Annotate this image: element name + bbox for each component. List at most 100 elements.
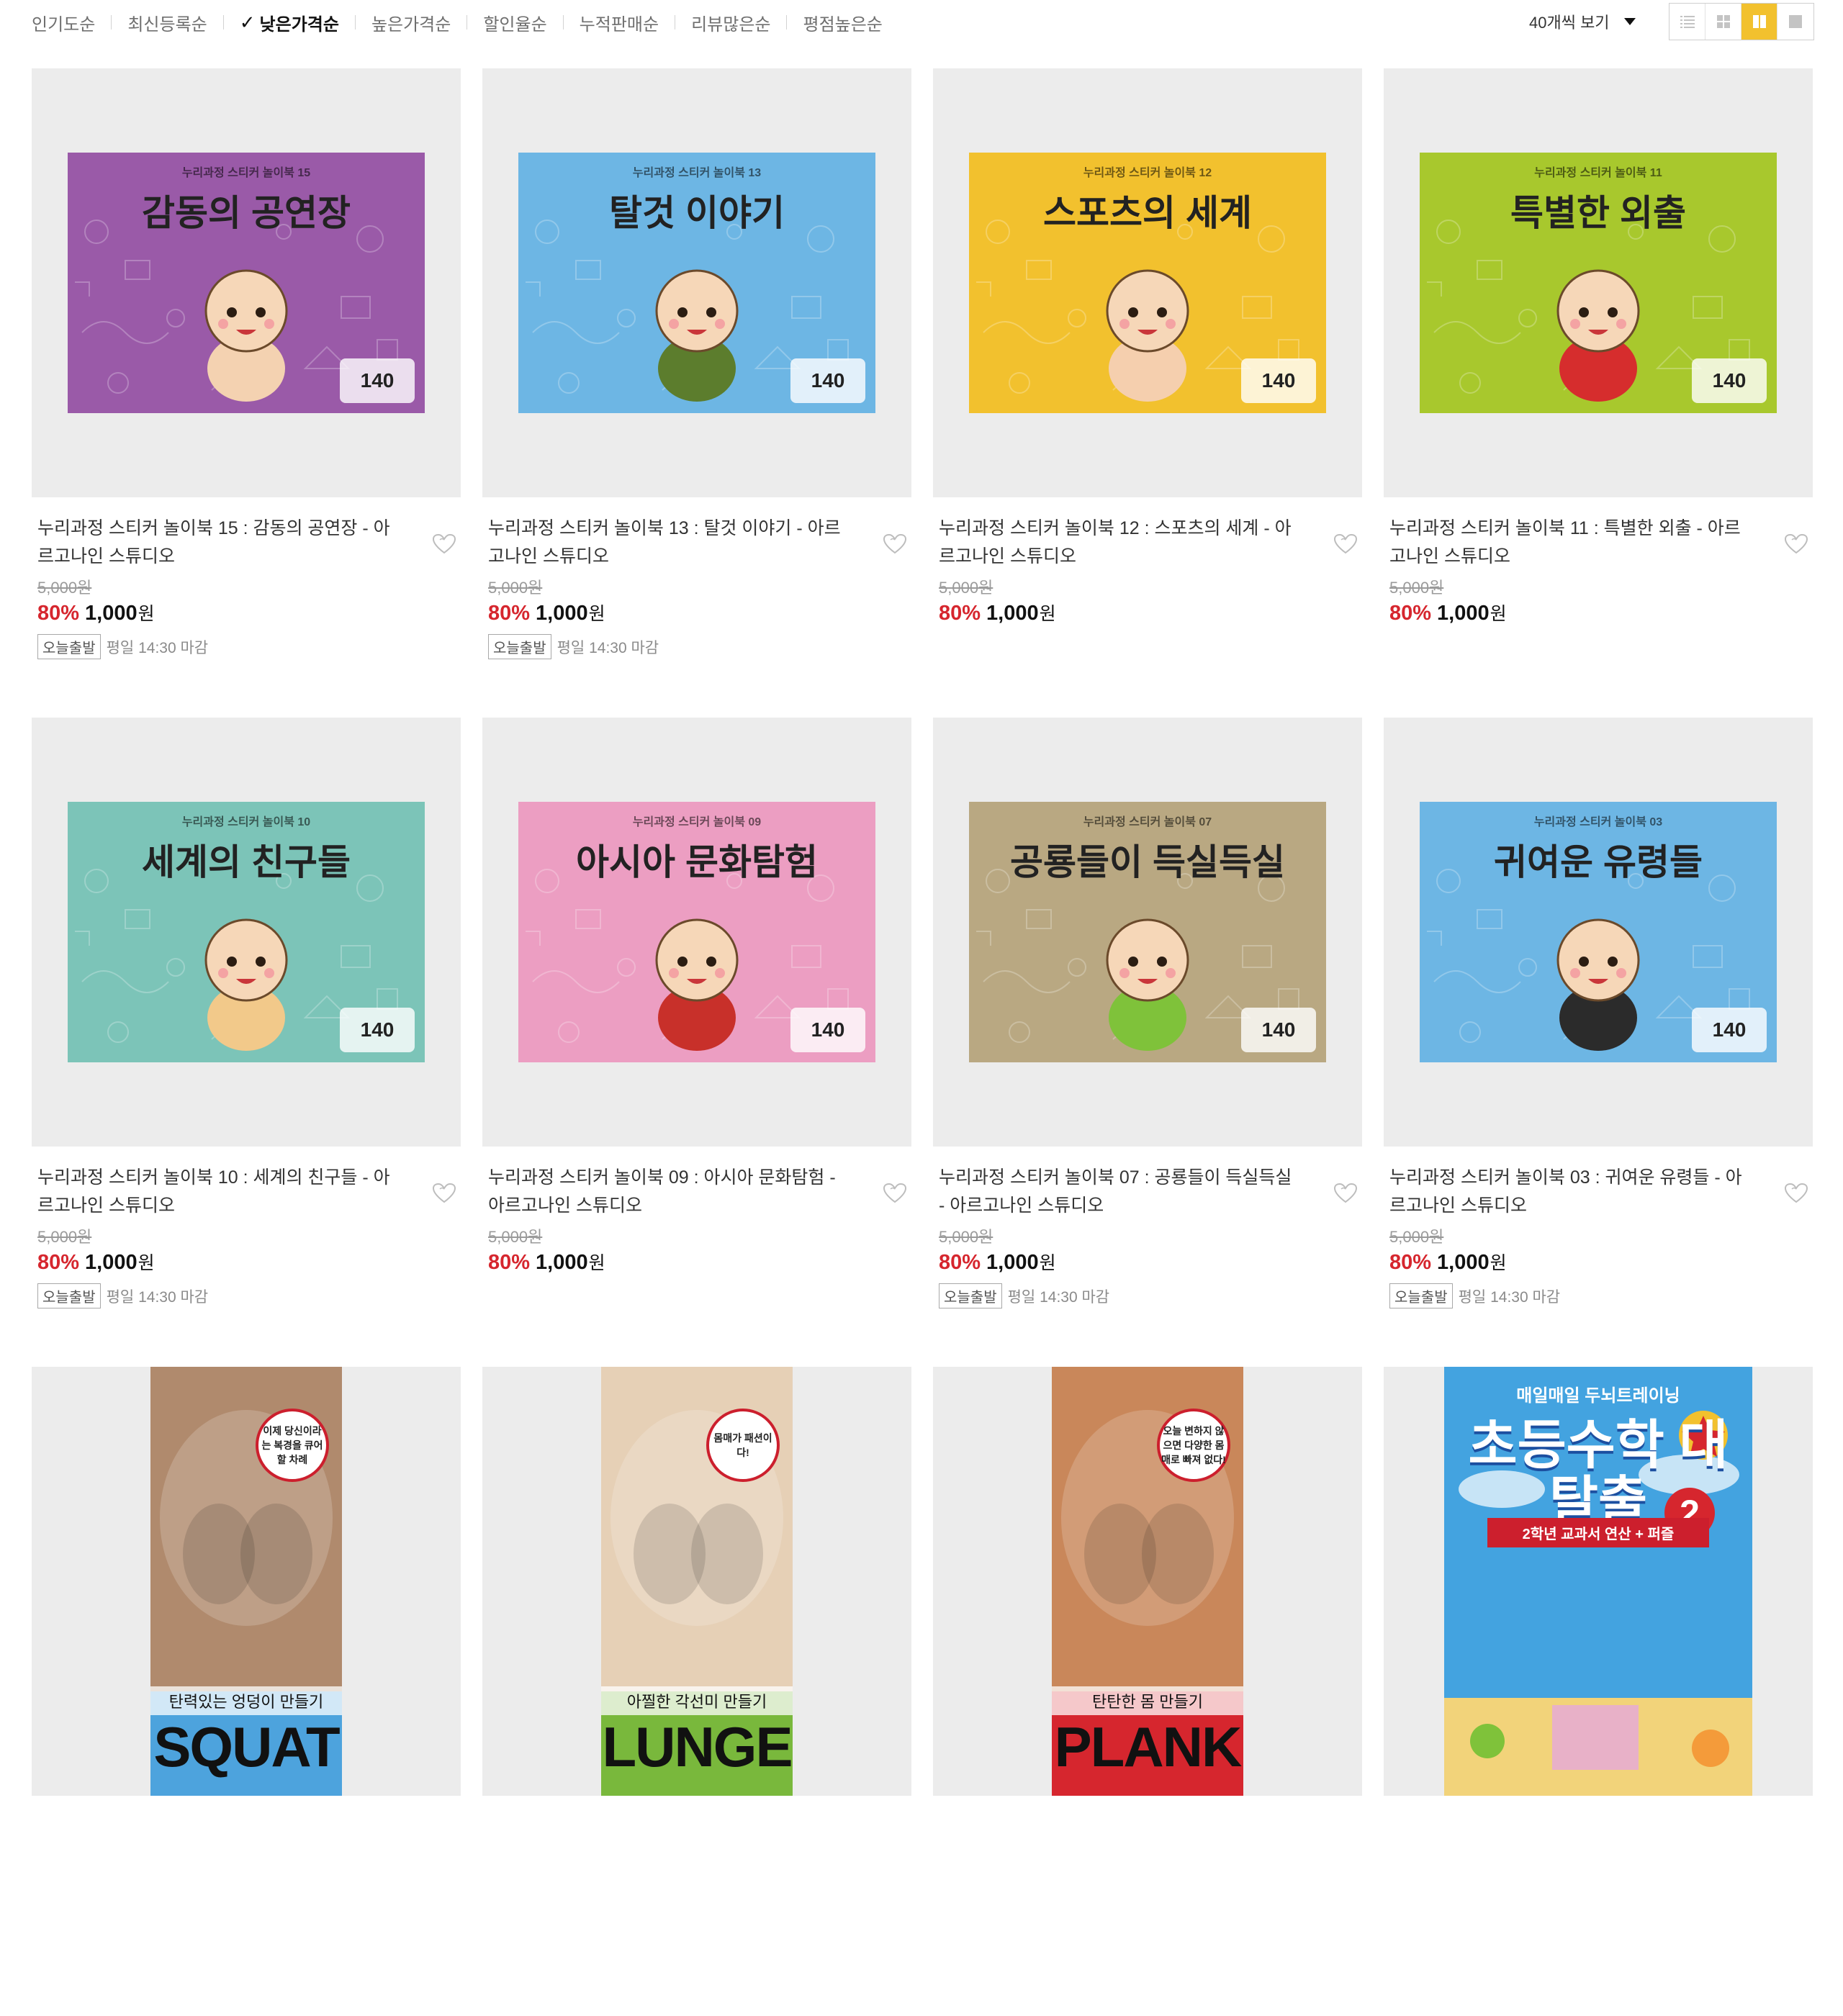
sale-price: 80% 1,000 원: [488, 600, 906, 625]
cover-badge: 몸매가 패션이다!: [706, 1409, 780, 1482]
character-illustration: [1556, 918, 1640, 1051]
character-illustration: [1106, 918, 1189, 1051]
shipping-info: 오늘출발 평일 14:30 마감: [488, 634, 906, 659]
cover-subtitle: 아찔한 각선미 만들기: [601, 1686, 793, 1715]
product-thumbnail[interactable]: 누리과정 스티커 놀이북 11 특별한 외출 140: [1384, 68, 1813, 497]
product-info: 누리과정 스티커 놀이북 15 : 감동의 공연장 - 아르고나인 스튜디오 5,…: [32, 515, 461, 659]
product-title[interactable]: 누리과정 스티커 놀이북 10 : 세계의 친구들 - 아르고나인 스튜디오: [37, 1164, 397, 1220]
single-view-button[interactable]: [1777, 4, 1813, 40]
shipping-info: 오늘출발 평일 14:30 마감: [1389, 1283, 1807, 1308]
shipping-cutoff: 평일 14:30 마감: [106, 639, 209, 656]
sort-discount-rate[interactable]: 할인율순: [483, 10, 546, 35]
character-illustration: [204, 269, 288, 402]
items-per-page-select[interactable]: 40개씩 보기: [1529, 10, 1636, 33]
product-title[interactable]: 누리과정 스티커 놀이북 15 : 감동의 공연장 - 아르고나인 스튜디오: [37, 515, 397, 571]
divider: [222, 15, 224, 30]
shipping-info: 오늘출발 평일 14:30 마감: [37, 1283, 455, 1308]
cover-title: LUNGE: [602, 1715, 793, 1778]
cover-series: 누리과정 스티커 놀이북 11: [1534, 167, 1662, 179]
items-per-page-label: 40개씩 보기: [1529, 14, 1610, 32]
price-currency: 원: [588, 1253, 605, 1273]
divider: [111, 15, 112, 30]
price-value: 1,000: [536, 1251, 588, 1274]
product-info: 누리과정 스티커 놀이북 13 : 탈것 이야기 - 아르고나인 스튜디오 5,0…: [482, 515, 911, 659]
original-price: 5,000원: [939, 1228, 993, 1246]
book-cover: 몸매가 패션이다! 아찔한 각선미 만들기 LUNGE: [601, 1367, 793, 1796]
wishlist-heart-icon[interactable]: [432, 1183, 456, 1208]
product-card: 누리과정 스티커 놀이북 12 스포츠의 세계 140 누리과정 스티커 놀이북 12…: [933, 68, 1362, 718]
sale-price: 80% 1,000 원: [37, 600, 455, 625]
book-cover: 누리과정 스티커 놀이북 13 탈것 이야기 140: [518, 153, 875, 413]
discount-rate: 80%: [488, 602, 531, 625]
wishlist-heart-icon[interactable]: [883, 1183, 907, 1208]
grid-2-view-icon: [1752, 15, 1766, 28]
product-thumbnail[interactable]: 누리과정 스티커 놀이북 15 감동의 공연장 140: [32, 68, 461, 497]
original-price: 5,000원: [488, 1228, 543, 1246]
product-title[interactable]: 누리과정 스티커 놀이북 09 : 아시아 문화탐험 - 아르고나인 스튜디오: [488, 1164, 848, 1220]
divider: [562, 15, 564, 30]
product-thumbnail[interactable]: 누리과정 스티커 놀이북 09 아시아 문화탐험 140: [482, 718, 911, 1147]
price-currency: 원: [588, 604, 605, 624]
product-title[interactable]: 누리과정 스티커 놀이북 07 : 공룡들이 득실득실 - 아르고나인 스튜디오: [939, 1164, 1299, 1220]
price-currency: 원: [1490, 1253, 1507, 1273]
wishlist-heart-icon[interactable]: [1333, 1183, 1358, 1208]
product-title[interactable]: 누리과정 스티커 놀이북 12 : 스포츠의 세계 - 아르고나인 스튜디오: [939, 515, 1299, 571]
product-title[interactable]: 누리과정 스티커 놀이북 03 : 귀여운 유령들 - 아르고나인 스튜디오: [1389, 1164, 1749, 1220]
product-title[interactable]: 누리과정 스티커 놀이북 11 : 특별한 외출 - 아르고나인 스튜디오: [1389, 515, 1749, 571]
product-thumbnail[interactable]: 누리과정 스티커 놀이북 03 귀여운 유령들 140: [1384, 718, 1813, 1147]
price-value: 1,000: [986, 1251, 1039, 1274]
character-illustration: [1106, 269, 1189, 402]
shipping-cutoff: 평일 14:30 마감: [106, 1288, 209, 1306]
product-info: 누리과정 스티커 놀이북 07 : 공룡들이 득실득실 - 아르고나인 스튜디오…: [933, 1164, 1362, 1308]
wishlist-heart-icon[interactable]: [1333, 533, 1358, 559]
shipping-info: 오늘출발 평일 14:30 마감: [939, 1283, 1356, 1308]
sort-top-rated[interactable]: 평점높은순: [803, 10, 882, 35]
book-cover: 이제 당신이라는 복경을 큐어할 차례 탄력있는 엉덩이 만들기 SQUAT: [150, 1367, 342, 1796]
sort-bar: 인기도순 최신등록순 ✓ 낮은가격순 높은가격순 할인율순 누적판매순 리뷰많은…: [32, 0, 883, 45]
discount-rate: 80%: [37, 1251, 80, 1274]
wishlist-heart-icon[interactable]: [1784, 1183, 1808, 1208]
sort-most-reviews[interactable]: 리뷰많은순: [691, 10, 770, 35]
product-thumbnail[interactable]: 오늘 변하지 않으면 다양한 몸매로 빠져 없다! 탄탄한 몸 만들기 PLANK: [933, 1367, 1362, 1796]
product-thumbnail[interactable]: 누리과정 스티커 놀이북 07 공룡들이 득실득실 140: [933, 718, 1362, 1147]
wishlist-heart-icon[interactable]: [883, 533, 907, 559]
cover-subtitle: 탄탄한 몸 만들기: [1052, 1686, 1243, 1715]
product-title[interactable]: 누리과정 스티커 놀이북 13 : 탈것 이야기 - 아르고나인 스튜디오: [488, 515, 848, 571]
product-info: 누리과정 스티커 놀이북 03 : 귀여운 유령들 - 아르고나인 스튜디오 5,…: [1384, 1164, 1813, 1308]
wishlist-heart-icon[interactable]: [1784, 533, 1808, 559]
sort-low-price[interactable]: ✓ 낮은가격순: [240, 10, 339, 35]
same-day-shipping-badge: 오늘출발: [37, 634, 101, 659]
grid-2-view-button[interactable]: [1741, 4, 1777, 40]
character-illustration: [655, 269, 739, 402]
product-thumbnail[interactable]: 매일매일 두뇌트레이닝 초등수학 대탈출 2 2학년 교과서 연산 + 퍼즐: [1384, 1367, 1813, 1796]
sale-price: 80% 1,000 원: [939, 1249, 1356, 1275]
cover-badge: 이제 당신이라는 복경을 큐어할 차례: [256, 1409, 329, 1482]
original-price: 5,000원: [37, 1228, 92, 1246]
product-card: 누리과정 스티커 놀이북 07 공룡들이 득실득실 140 누리과정 스티커 놀이북 …: [933, 718, 1362, 1367]
cover-series: 누리과정 스티커 놀이북 03: [1533, 816, 1663, 828]
book-cover: 오늘 변하지 않으면 다양한 몸매로 빠져 없다! 탄탄한 몸 만들기 PLANK: [1052, 1367, 1243, 1796]
shipping-cutoff: 평일 14:30 마감: [1007, 1288, 1110, 1306]
grid-4-view-button[interactable]: [1705, 4, 1741, 40]
product-thumbnail[interactable]: 이제 당신이라는 복경을 큐어할 차례 탄력있는 엉덩이 만들기 SQUAT: [32, 1367, 461, 1796]
sort-high-price[interactable]: 높은가격순: [371, 10, 451, 35]
list-view-button[interactable]: [1669, 4, 1705, 40]
wishlist-heart-icon[interactable]: [432, 533, 456, 559]
sort-newest[interactable]: 최신등록순: [127, 10, 207, 35]
list-view-icon: [1680, 16, 1695, 28]
cover-title: 특별한 외출: [1510, 193, 1686, 233]
cover-title: 귀여운 유령들: [1494, 842, 1703, 882]
product-thumbnail[interactable]: 누리과정 스티커 놀이북 10 세계의 친구들 140: [32, 718, 461, 1147]
same-day-shipping-badge: 오늘출발: [37, 1283, 101, 1308]
product-thumbnail[interactable]: 누리과정 스티커 놀이북 13 탈것 이야기 140: [482, 68, 911, 497]
character-illustration: [204, 918, 288, 1051]
product-card: 누리과정 스티커 놀이북 13 탈것 이야기 140 누리과정 스티커 놀이북 13 …: [482, 68, 911, 718]
sort-low-price-label: 낮은가격순: [259, 14, 339, 35]
sort-popular[interactable]: 인기도순: [32, 10, 95, 35]
sort-best-selling[interactable]: 누적판매순: [580, 10, 659, 35]
product-card: 누리과정 스티커 놀이북 15 감동의 공연장 140 누리과정 스티커 놀이북 15…: [32, 68, 461, 718]
cover-series: 누리과정 스티커 놀이북 09: [632, 816, 762, 828]
product-card: 누리과정 스티커 놀이북 09 아시아 문화탐험 140 누리과정 스티커 놀이북 0…: [482, 718, 911, 1367]
product-thumbnail[interactable]: 몸매가 패션이다! 아찔한 각선미 만들기 LUNGE: [482, 1367, 911, 1796]
product-thumbnail[interactable]: 누리과정 스티커 놀이북 12 스포츠의 세계 140: [933, 68, 1362, 497]
